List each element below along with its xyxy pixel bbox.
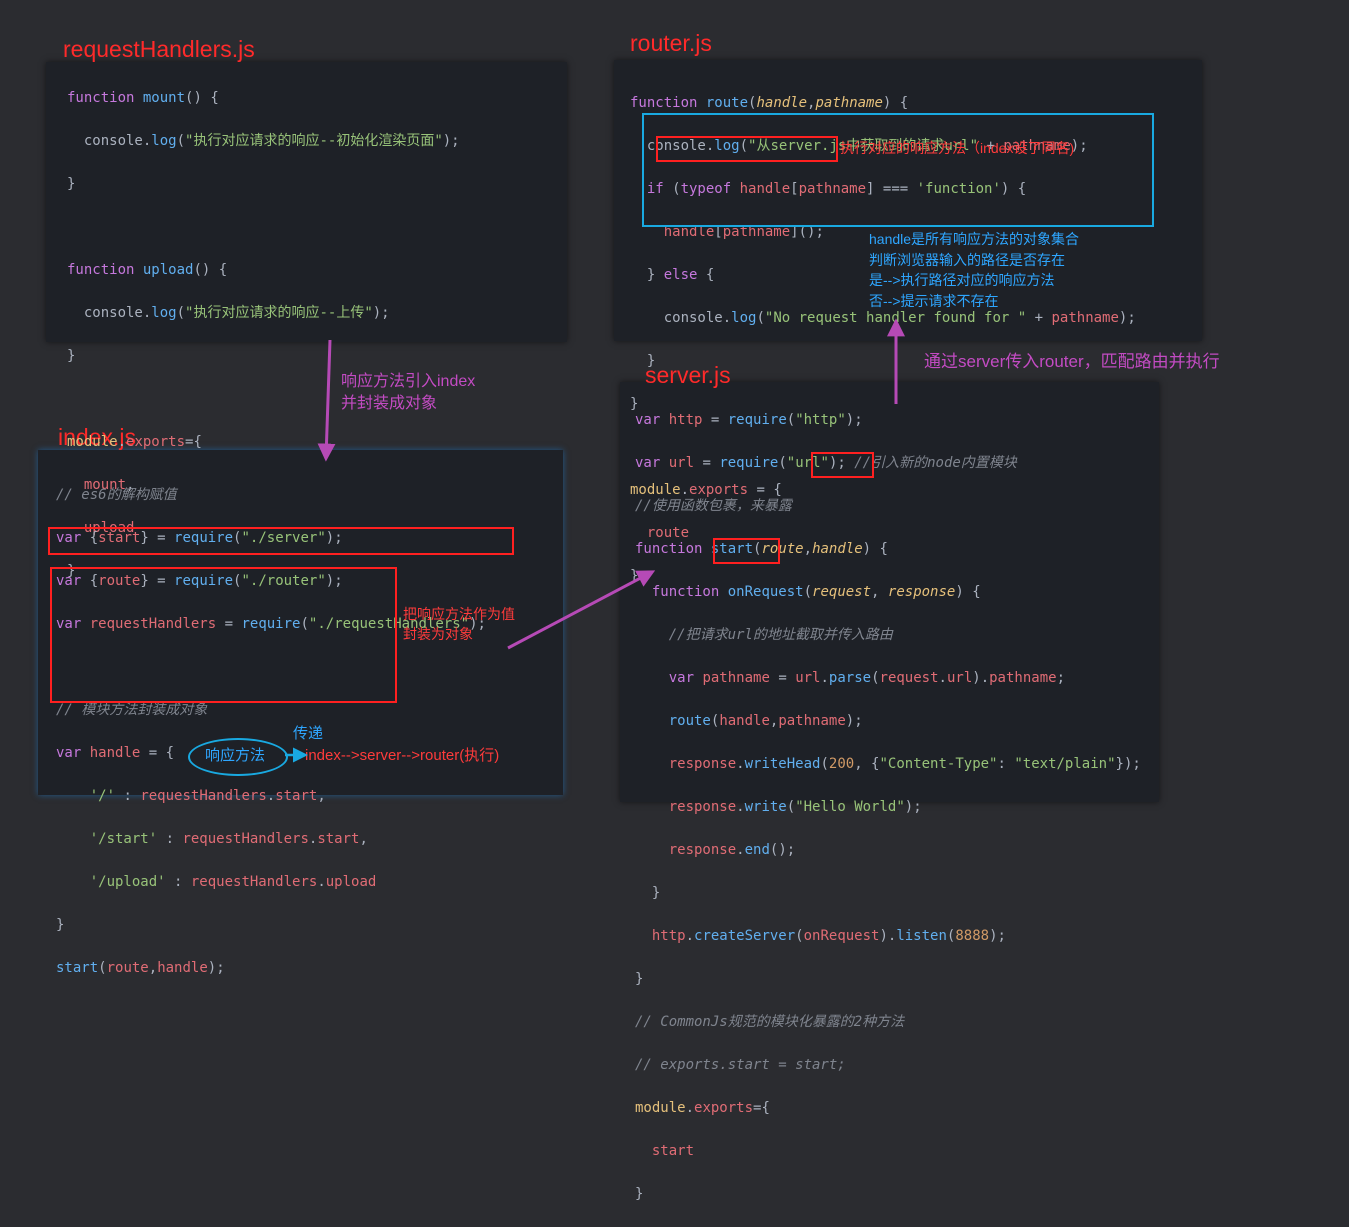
code-line: // exports.start = start; xyxy=(635,1056,846,1073)
code-line: '/upload' : requestHandlers.upload xyxy=(89,873,377,890)
code-line: start xyxy=(651,1142,695,1159)
code-line: module.exports={ xyxy=(635,1099,770,1116)
code-line: } xyxy=(635,970,644,987)
code-line: } xyxy=(56,916,65,933)
code-line: } xyxy=(635,1185,644,1202)
arrow-index-to-server xyxy=(507,570,656,650)
code-line: } xyxy=(635,884,661,901)
code-line: http.createServer(onRequest).listen(8888… xyxy=(651,927,1006,944)
code-line: // CommonJs规范的模块化暴露的2种方法 xyxy=(635,1013,905,1030)
code-line: response.end(); xyxy=(668,841,796,858)
arrows-layer xyxy=(285,318,905,763)
arrow-requesthandlers-to-index xyxy=(317,339,336,462)
code-line: start(route,handle); xyxy=(56,959,225,976)
